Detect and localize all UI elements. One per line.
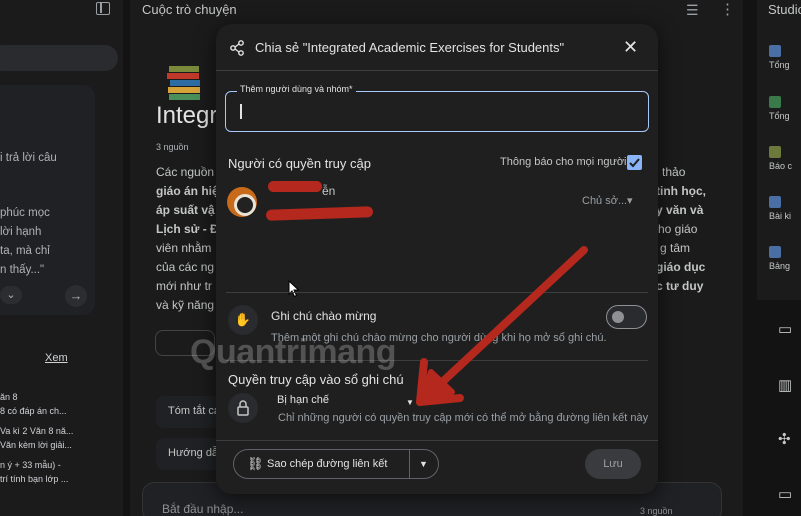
arrow-right-icon[interactable]: →	[65, 285, 87, 307]
source-guide-card	[0, 85, 95, 315]
summary-line: mới như tr	[156, 279, 212, 293]
source-search-bar[interactable]	[0, 45, 118, 71]
studio-item[interactable]: Bảng	[769, 246, 801, 271]
chat-panel-title: Cuộc trò chuyện	[142, 2, 237, 17]
mouse-cursor-icon	[288, 280, 300, 298]
studio-item[interactable]: Tổng	[769, 96, 801, 121]
chevron-down-icon[interactable]: ⌄	[0, 286, 22, 304]
summary-line: Các nguồn	[156, 165, 215, 179]
summary-line-right: tinh học,	[656, 184, 706, 198]
watermark: Quantrimang	[190, 333, 397, 371]
people-access-heading: Người có quyền truy cập	[228, 156, 371, 171]
left-list-item[interactable]: n ý + 33 mẫu) -	[0, 460, 61, 470]
summary-line-right: y văn và	[656, 203, 704, 217]
left-list-item[interactable]: ăn 8	[0, 392, 18, 402]
summary-line: áp suất vậ	[156, 203, 215, 217]
studio-item-label: Bảng	[769, 261, 791, 271]
link-icon: ⛓	[247, 456, 264, 471]
left-text: lời hạnh	[0, 226, 42, 238]
left-text: ta, mà chỉ	[0, 245, 50, 257]
welcome-note-title: Ghi chú chào mừng	[271, 309, 377, 323]
summary-icon	[769, 96, 781, 108]
summary-line-right: ho giáo	[658, 222, 698, 236]
quiz-icon	[769, 196, 781, 208]
view-more-link[interactable]: Xem	[45, 352, 68, 364]
redaction-mark	[268, 181, 322, 192]
notebook-access-heading: Quyền truy cập vào sổ ghi chú	[228, 372, 404, 387]
summary-line: Lịch sử - Đ	[156, 222, 219, 236]
app-root: Cuộc trò chuyện ☰ ⋮ Studio i trả lời câu…	[0, 0, 801, 516]
studio-item[interactable]: Báo c	[769, 146, 801, 171]
chat-input-source-count: 3 nguồn	[640, 506, 673, 516]
welcome-note-toggle[interactable]	[606, 305, 647, 329]
summary-line: và kỹ năng	[156, 298, 215, 312]
divider	[216, 70, 658, 71]
studio-panel-title: Studio	[768, 2, 801, 17]
audio-overview-icon	[769, 45, 781, 57]
chart-icon[interactable]: ▥	[778, 376, 792, 394]
collapse-panel-icon[interactable]	[96, 2, 110, 15]
summary-line-right: giáo dục	[656, 260, 706, 274]
add-people-label: Thêm người dùng và nhóm*	[237, 84, 356, 94]
tune-icon[interactable]: ☰	[686, 2, 699, 19]
user-name: ễn	[322, 184, 336, 198]
left-text: n thấy..."	[0, 264, 45, 276]
books-icon	[167, 66, 200, 100]
share-icon	[230, 40, 244, 56]
left-list-item[interactable]: trí tính bạn lớp ...	[0, 474, 68, 484]
studio-item-label: Bài ki	[769, 211, 792, 221]
summary-line-right: c tư duy	[656, 279, 704, 293]
copy-options-dropdown[interactable]: ▼	[419, 459, 428, 469]
table-icon	[769, 246, 781, 258]
notify-checkbox[interactable]	[627, 155, 642, 170]
notebook-heading: Integr	[156, 102, 218, 129]
report-icon	[769, 146, 781, 158]
copy-link-label: Sao chép đường liên kết	[267, 458, 388, 470]
more-options-icon[interactable]: ⋮	[720, 0, 735, 18]
studio-item[interactable]: Bài ki	[769, 196, 801, 221]
access-description: Chỉ những người có quyền truy cập mới có…	[278, 412, 649, 424]
save-button[interactable]: Lưu	[585, 449, 641, 479]
slides-icon[interactable]: ▭	[778, 320, 792, 338]
close-icon[interactable]: ✕	[623, 38, 638, 56]
summary-line: giáo án hiệ	[156, 184, 219, 198]
studio-item-label: Tổng	[769, 111, 790, 121]
mindmap-icon[interactable]: ✣	[778, 430, 791, 448]
summary-line: của các ng	[156, 260, 215, 274]
left-list-item[interactable]: 8 có đáp án ch...	[0, 406, 67, 416]
divider	[216, 440, 658, 441]
dialog-title: Chia sẻ "Integrated Academic Exercises f…	[255, 40, 565, 55]
chevron-down-icon[interactable]: ▼	[406, 398, 414, 407]
video-icon[interactable]: ▭	[778, 485, 792, 503]
summary-line-right: g tâm	[660, 241, 691, 255]
check-icon	[629, 158, 640, 168]
notify-label: Thông báo cho mọi người	[500, 156, 627, 168]
add-people-input[interactable]	[225, 91, 649, 132]
studio-item[interactable]: Tổng	[769, 45, 801, 70]
waving-hand-icon: ✋	[228, 305, 258, 335]
avatar	[227, 187, 257, 217]
lock-icon	[228, 393, 258, 423]
access-level-dropdown[interactable]: Bị hạn chế	[277, 394, 329, 406]
summary-line: viên nhằm	[156, 241, 212, 255]
studio-item-label: Báo c	[769, 161, 793, 171]
lock-glyph	[237, 400, 249, 416]
chevron-down-icon: ▾	[627, 195, 633, 207]
user-role-dropdown[interactable]: Chủ sở...	[582, 195, 627, 207]
studio-item-label: Tổng	[769, 60, 790, 70]
left-text: i trả lời câu	[0, 152, 57, 164]
chat-input-placeholder: Bắt đầu nhập...	[162, 502, 244, 516]
divider	[226, 292, 648, 293]
source-count: 3 nguồn	[156, 142, 189, 152]
left-list-item[interactable]: Va kì 2 Văn 8 nă...	[0, 426, 73, 436]
text-caret	[240, 104, 242, 119]
left-list-item[interactable]: Văn kèm lời giải...	[0, 440, 72, 450]
left-text: phúc mọc	[0, 207, 50, 219]
split-separator	[409, 449, 410, 479]
